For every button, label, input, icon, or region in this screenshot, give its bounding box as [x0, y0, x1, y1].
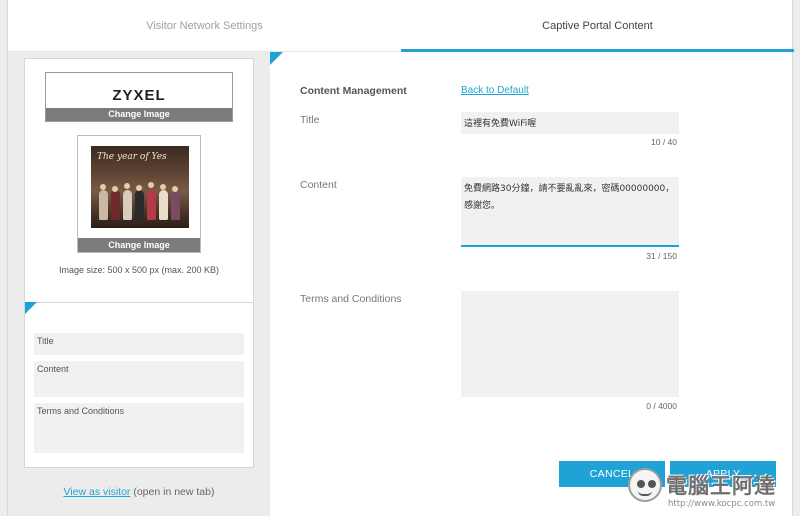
photo-figure [111, 190, 120, 220]
mascot-face-icon [628, 468, 662, 502]
title-input[interactable]: 這裡有免費WiFi喔 [461, 112, 679, 134]
tab-captive-portal-content[interactable]: Captive Portal Content [401, 0, 794, 52]
terms-label: Terms and Conditions [300, 293, 402, 305]
watermark: 電腦王阿達 http://www.kocpc.com.tw [628, 466, 793, 514]
background-photo: The year of Yes [91, 146, 189, 228]
title-char-counter: 10 / 40 [651, 137, 677, 147]
content-char-counter: 31 / 150 [646, 251, 677, 261]
content-label: Content [300, 179, 337, 191]
section-corner-marker [25, 302, 37, 314]
mascot-eye [648, 480, 656, 488]
photo-head [112, 186, 118, 192]
photo-caption: The year of Yes [97, 152, 167, 162]
view-as-visitor-suffix: (open in new tab) [130, 486, 215, 498]
mascot-mouth [638, 491, 652, 496]
change-logo-button[interactable]: Change Image [46, 108, 232, 121]
photo-head [172, 186, 178, 192]
preview-terms-label: Terms and Conditions [37, 406, 125, 416]
change-background-button[interactable]: Change Image [78, 238, 200, 252]
content-textarea[interactable]: 免費網路30分鐘，請不要亂亂來，密碼00000000，感謝您。 [461, 177, 679, 247]
watermark-text: 電腦王阿達 [666, 474, 776, 498]
watermark-url: http://www.kocpc.com.tw [668, 499, 776, 509]
title-label: Title [300, 114, 320, 126]
preview-divider [25, 302, 253, 303]
preview-content-field: Content [34, 361, 244, 397]
section-corner-marker [270, 52, 283, 65]
logo-image: ZYXEL [112, 87, 166, 104]
preview-title-label: Title [37, 336, 54, 346]
preview-content-label: Content [37, 364, 69, 374]
terms-textarea[interactable] [461, 291, 679, 397]
tab-visitor-network-settings[interactable]: Visitor Network Settings [8, 0, 401, 51]
photo-figure [159, 190, 168, 220]
logo-image-picker[interactable]: ZYXEL Change Image [45, 72, 233, 122]
photo-head [136, 185, 142, 191]
portal-preview-card: ZYXEL Change Image The year of Yes Chang… [24, 58, 254, 468]
photo-figure [123, 190, 132, 220]
image-size-hint: Image size: 500 x 500 px (max. 200 KB) [58, 265, 220, 275]
background-image-picker[interactable]: The year of Yes Change Image [77, 135, 201, 253]
portal-settings-window: Visitor Network Settings Captive Portal … [7, 0, 794, 516]
photo-figure [171, 190, 180, 220]
tab-bar: Visitor Network Settings Captive Portal … [8, 0, 794, 52]
preview-terms-field: Terms and Conditions [34, 403, 244, 453]
content-management-label: Content Management [300, 85, 407, 97]
terms-char-counter: 0 / 4000 [646, 401, 677, 411]
photo-figure [147, 190, 156, 220]
photo-head [160, 184, 166, 190]
preview-column: ZYXEL Change Image The year of Yes Chang… [8, 52, 270, 516]
back-to-default-link[interactable]: Back to Default [461, 85, 529, 96]
view-as-visitor-link[interactable]: View as visitor [64, 486, 131, 498]
photo-figure [135, 190, 144, 220]
photo-head [100, 184, 106, 190]
photo-head [148, 182, 154, 188]
preview-title-field: Title [34, 333, 244, 355]
photo-head [124, 183, 130, 189]
photo-figure [99, 190, 108, 220]
mascot-eye [637, 480, 645, 488]
view-as-visitor-row: View as visitor (open in new tab) [8, 486, 270, 498]
